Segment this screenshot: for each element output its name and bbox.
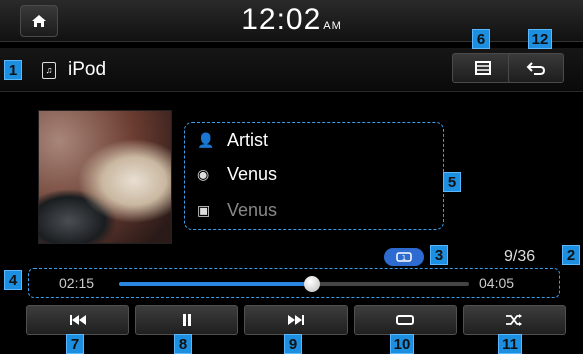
callout-11: 11 <box>498 334 522 354</box>
music-note-icon: ♫ <box>42 62 56 79</box>
list-icon <box>475 61 491 75</box>
pause-icon <box>182 314 191 326</box>
clock-time: 12:02 <box>241 3 322 36</box>
track-title: Venus <box>227 163 278 184</box>
album-icon: ▣ <box>197 201 211 218</box>
callout-2: 2 <box>562 245 580 265</box>
ipod-player-screen: 12:02 AM ♫ iPod 👤 Artist ◉ Venus ▣ Venus… <box>0 0 583 354</box>
previous-button[interactable] <box>26 305 130 335</box>
clock: 12:02 AM <box>0 3 583 37</box>
repeat-button[interactable] <box>353 305 457 335</box>
progress-knob[interactable] <box>303 276 320 292</box>
back-arrow-icon <box>526 62 546 75</box>
disc-icon: ◉ <box>197 165 210 182</box>
svg-text:1: 1 <box>402 254 406 262</box>
callout-3: 3 <box>430 245 448 265</box>
artist-row: 👤 Artist <box>197 127 268 153</box>
title-row: ◉ Venus <box>197 161 277 187</box>
total-time: 04:05 <box>479 275 515 291</box>
album-name: Venus <box>227 199 278 220</box>
callout-4: 4 <box>4 270 22 290</box>
repeat-icon <box>396 315 415 325</box>
shuffle-button[interactable] <box>462 305 567 335</box>
callout-9: 9 <box>284 334 302 354</box>
album-art <box>38 110 172 244</box>
skip-previous-icon <box>69 315 86 325</box>
pause-button[interactable] <box>135 305 239 335</box>
clock-ampm: AM <box>323 20 342 32</box>
back-button[interactable] <box>508 53 564 83</box>
callout-6: 6 <box>472 29 490 49</box>
status-bar: 12:02 AM <box>0 0 583 42</box>
list-button[interactable] <box>452 53 514 83</box>
repeat-icon: 1 <box>396 252 412 262</box>
callout-1: 1 <box>4 60 22 80</box>
elapsed-time: 02:15 <box>59 275 95 291</box>
playback-controls <box>26 305 567 335</box>
shuffle-icon <box>506 314 523 326</box>
skip-next-icon <box>288 315 304 325</box>
source-label: iPod <box>68 59 107 80</box>
track-info-box: 👤 Artist ◉ Venus ▣ Venus <box>184 122 444 230</box>
repeat-indicator: 1 <box>384 248 424 266</box>
person-icon: 👤 <box>197 131 215 148</box>
progress-fill <box>119 282 312 286</box>
callout-12: 12 <box>528 29 552 49</box>
next-button[interactable] <box>244 305 348 335</box>
artist-name: Artist <box>227 129 269 150</box>
progress-bar-area: 02:15 04:05 <box>28 268 560 298</box>
callout-10: 10 <box>390 334 414 354</box>
callout-5: 5 <box>443 172 461 192</box>
track-count: 9/36 <box>504 248 536 265</box>
callout-7: 7 <box>66 334 84 354</box>
progress-track[interactable] <box>119 276 469 292</box>
album-row: ▣ Venus <box>197 197 277 223</box>
callout-8: 8 <box>174 334 192 354</box>
